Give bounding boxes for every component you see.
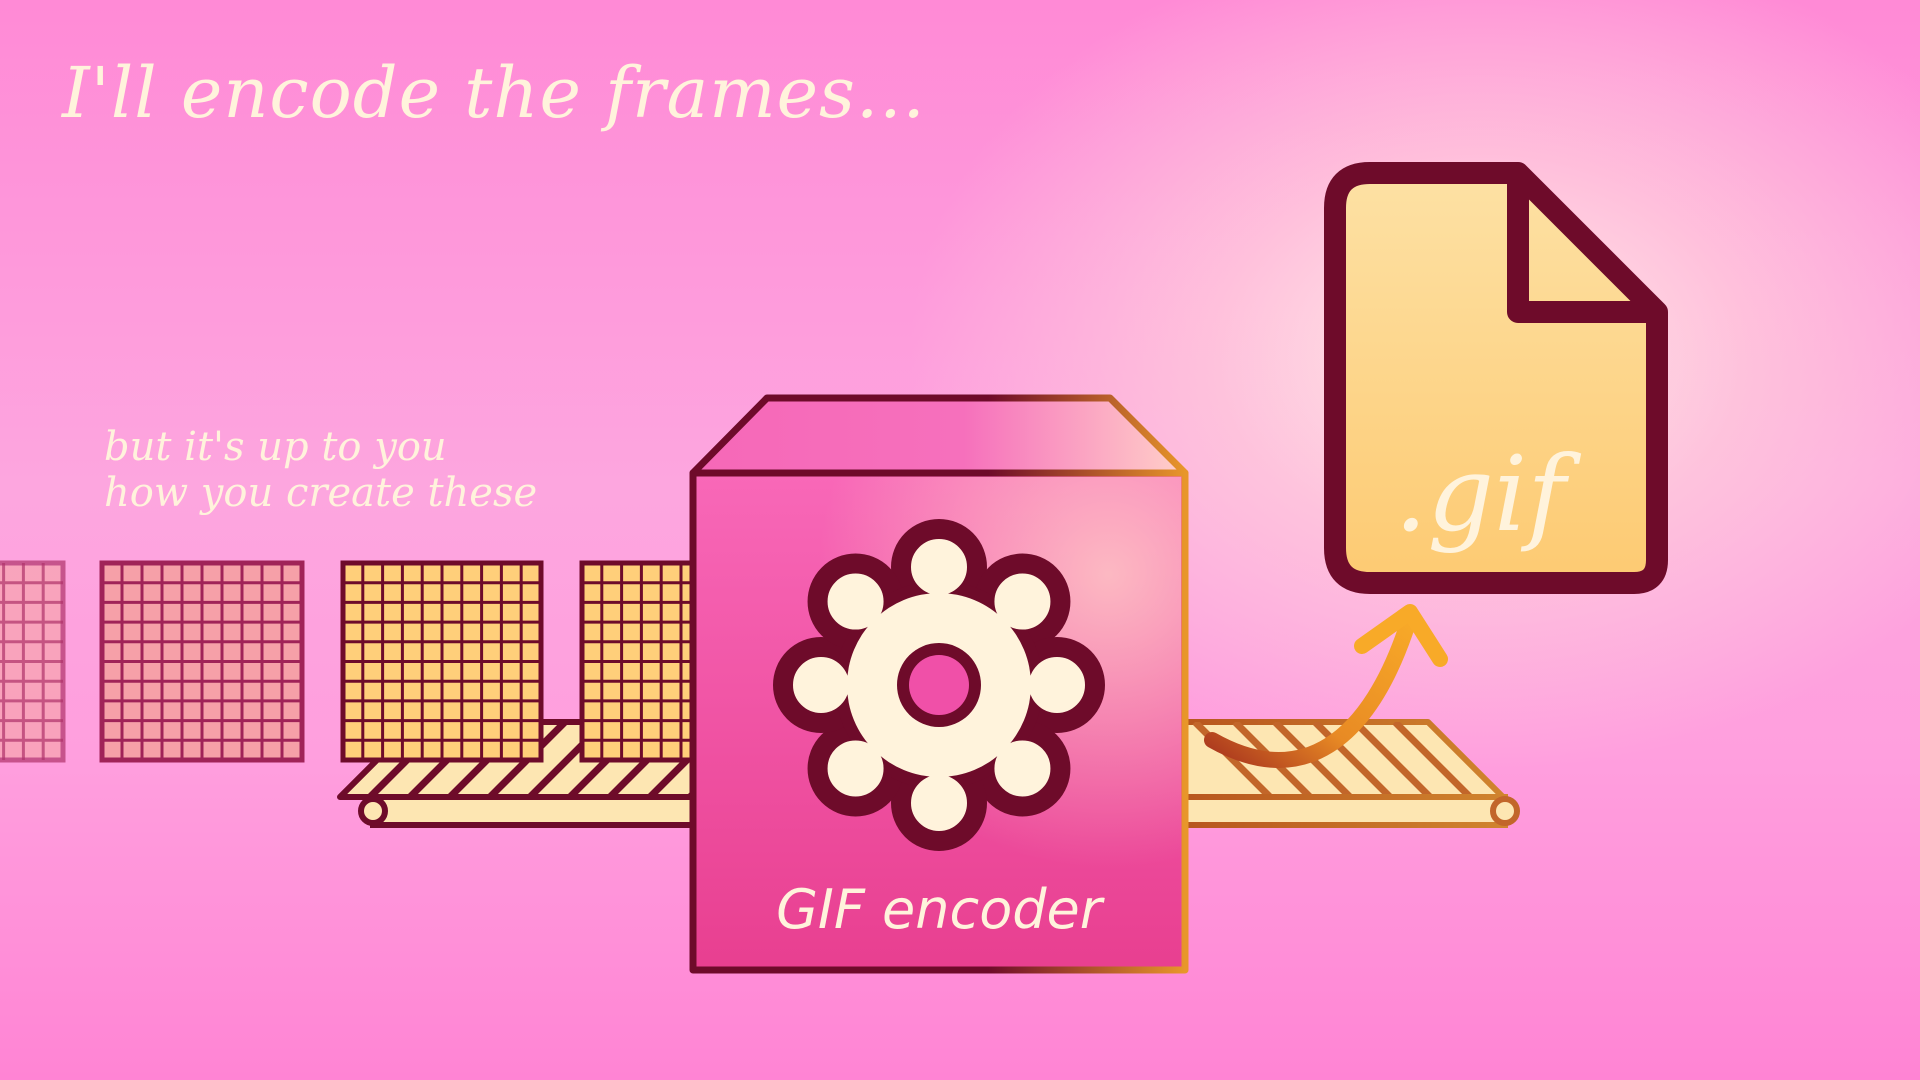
diagram-canvas: I'll encode the frames... but it's up to… bbox=[0, 0, 1920, 1080]
file-icon: .gif bbox=[1324, 162, 1668, 594]
gear-icon bbox=[773, 519, 1105, 851]
frame-row bbox=[0, 560, 735, 763]
encoder-label: GIF encoder bbox=[776, 878, 1105, 941]
encoder-scene: GIF encoder .gif bbox=[0, 162, 1668, 974]
gif-encoder-box: GIF encoder bbox=[689, 394, 1189, 974]
file-extension: .gif bbox=[1394, 433, 1581, 555]
